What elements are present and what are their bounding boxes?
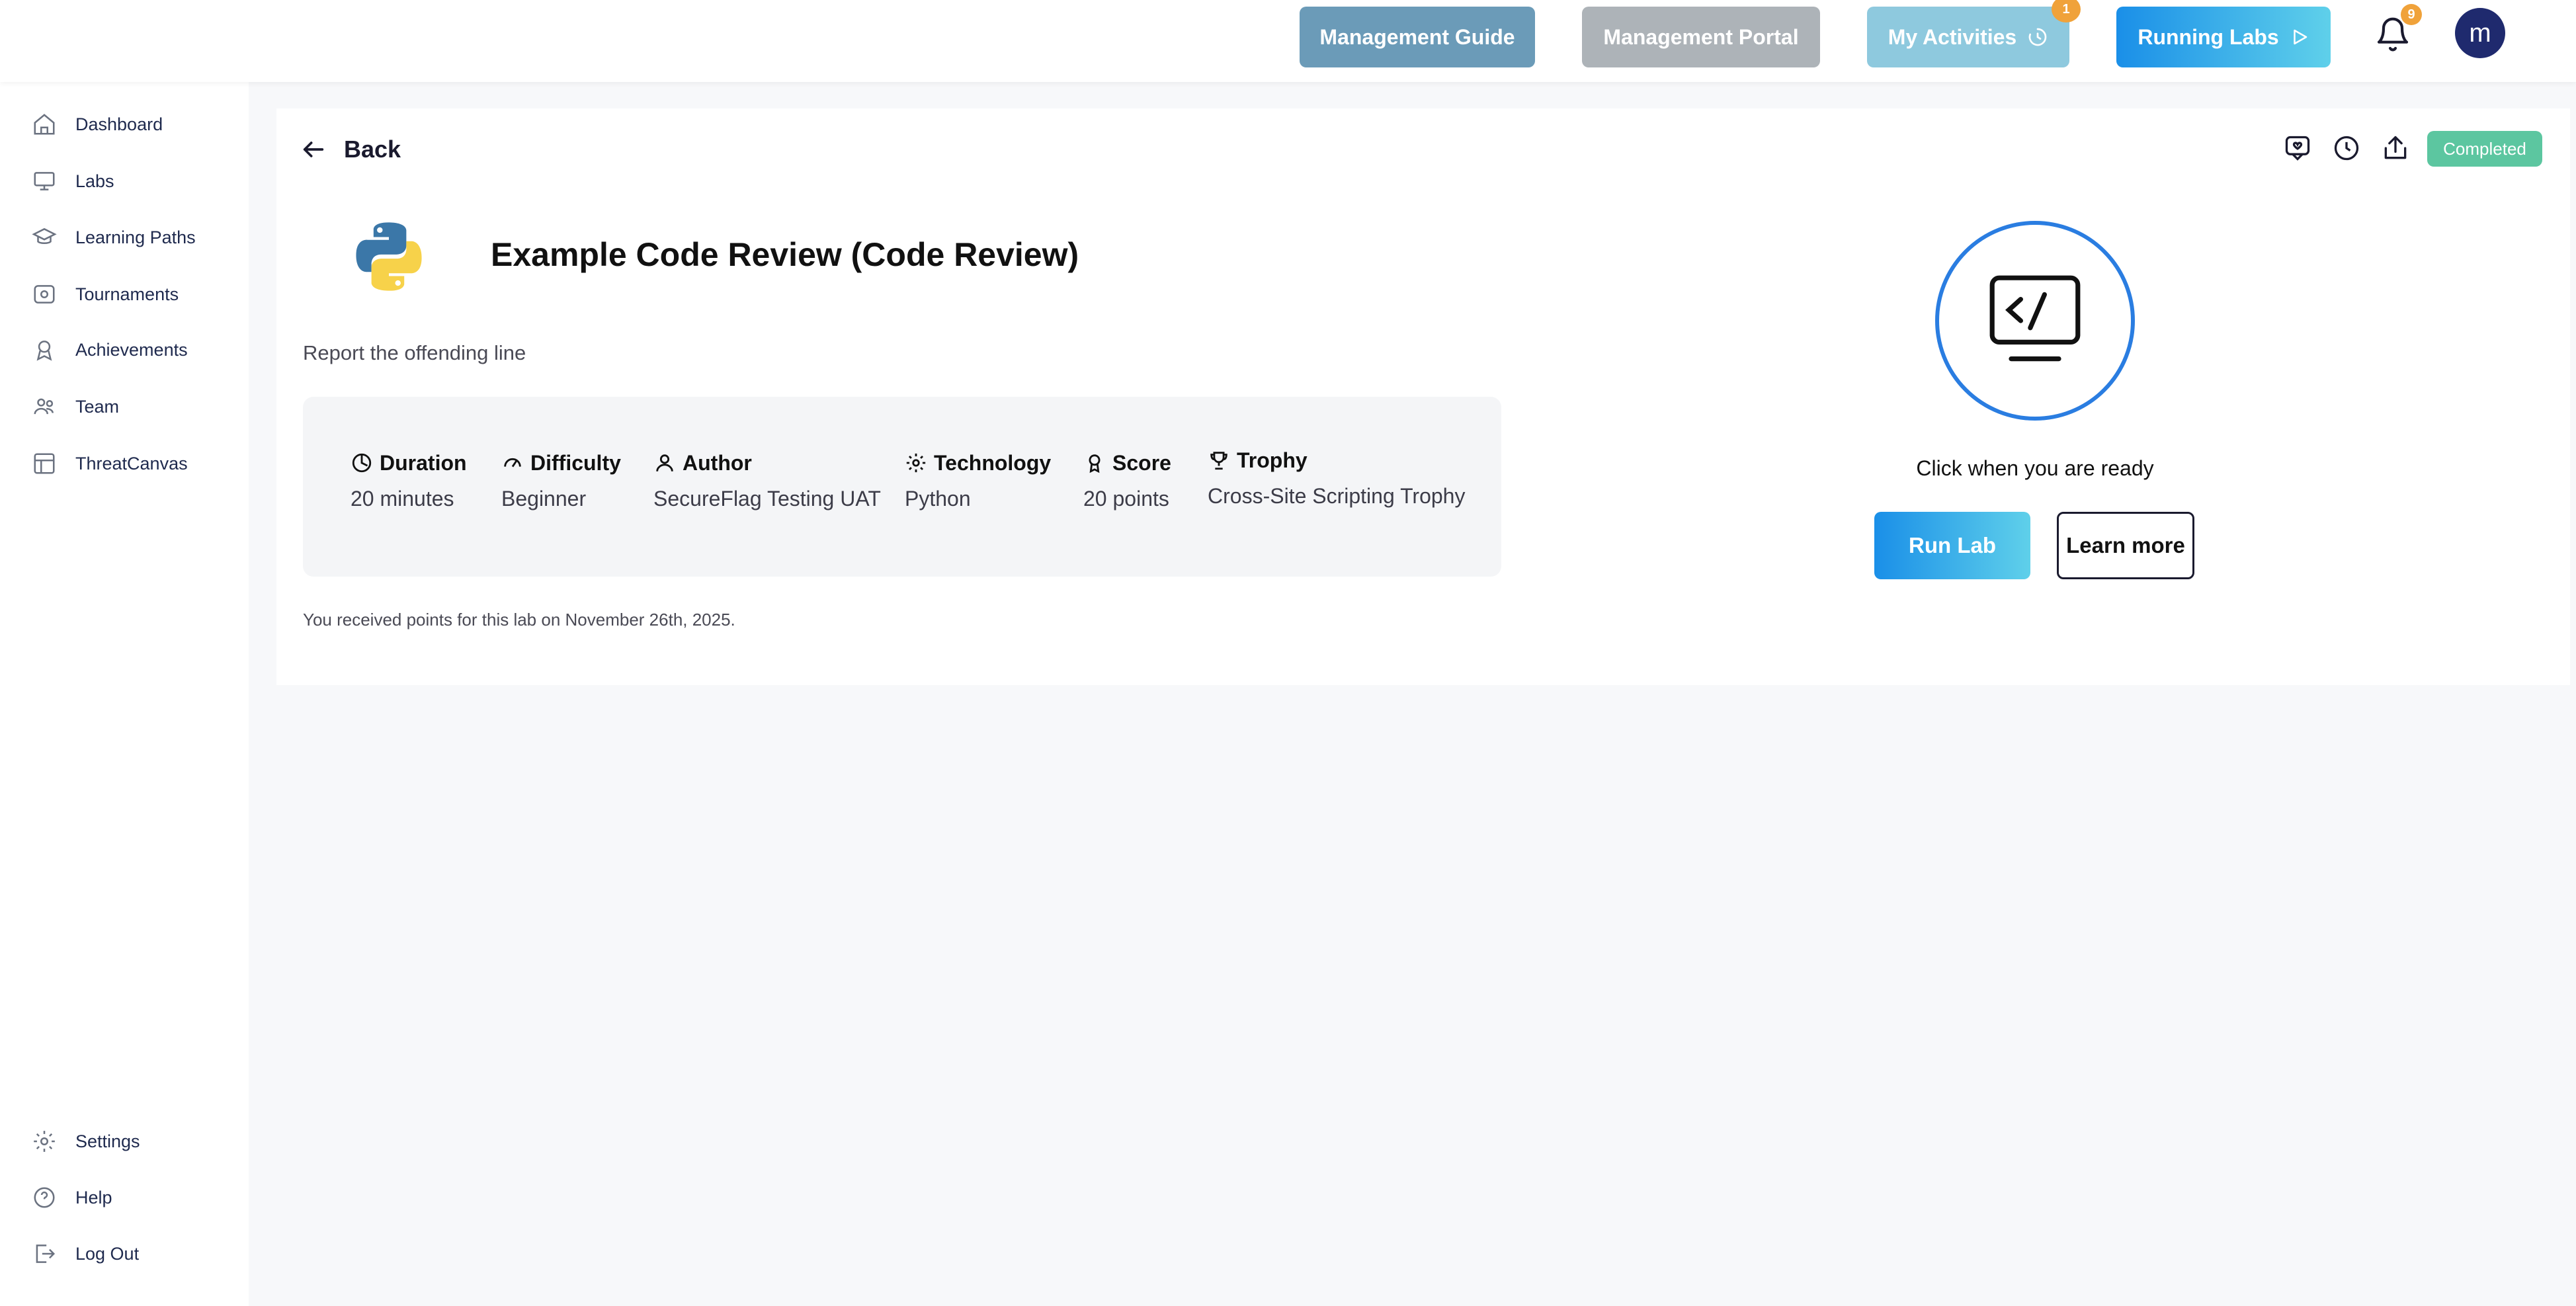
avatar[interactable]: m	[2455, 8, 2505, 58]
info-duration: Duration 20 minutes	[351, 448, 467, 511]
management-portal-label: Management Portal	[1603, 24, 1799, 49]
top-bar: Management Guide Management Portal My Ac…	[0, 0, 2576, 82]
play-icon	[2293, 29, 2307, 45]
running-labs-button[interactable]: Running Labs	[2116, 7, 2331, 67]
trophy-icon	[1210, 452, 1227, 470]
canvas-icon	[34, 453, 55, 474]
help-icon	[34, 1187, 55, 1208]
tournament-icon	[34, 285, 55, 304]
management-guide-button[interactable]: Management Guide	[1300, 7, 1535, 67]
activities-count-badge: 1	[2052, 0, 2081, 22]
score-value: 20 points	[1083, 487, 1169, 510]
back-link[interactable]: Back	[300, 132, 401, 167]
history-clock-icon[interactable]	[2332, 134, 2361, 163]
sidebar: Dashboard Labs Learning Paths Tournament…	[0, 82, 249, 1306]
gear-icon	[906, 453, 926, 473]
technology-label: Technology	[934, 450, 1052, 475]
technology-value: Python	[905, 487, 971, 510]
duration-label: Duration	[380, 450, 467, 475]
info-trophy: Trophy Cross-Site Scripting Trophy	[1208, 446, 1465, 509]
sidebar-item-help[interactable]: Help	[32, 1178, 230, 1217]
running-labs-label: Running Labs	[2138, 24, 2279, 49]
info-technology: Technology Python	[905, 448, 1051, 511]
sidebar-item-label: Tournaments	[75, 284, 179, 304]
code-monitor-icon	[1989, 275, 2081, 362]
trophy-label: Trophy	[1237, 448, 1308, 472]
author-label: Author	[683, 450, 752, 475]
difficulty-value: Beginner	[501, 487, 587, 510]
sidebar-item-dashboard[interactable]: Dashboard	[32, 104, 230, 144]
gauge-icon	[504, 458, 521, 468]
info-author: Author SecureFlag Testing UAT	[653, 448, 881, 511]
lab-description: Report the offending line	[303, 341, 526, 364]
ready-prompt: Click when you are ready	[1916, 456, 2154, 480]
sidebar-item-label: Settings	[75, 1131, 140, 1151]
learn-more-button[interactable]: Learn more	[2057, 512, 2194, 579]
points-received-note: You received points for this lab on Nove…	[303, 610, 735, 630]
medal-icon	[1089, 454, 1101, 473]
trophy-value: Cross-Site Scripting Trophy	[1208, 484, 1466, 508]
my-activities-label: My Activities	[1888, 24, 2017, 49]
user-icon	[656, 454, 673, 471]
activity-spinner-icon	[2028, 28, 2047, 46]
sidebar-item-settings[interactable]: Settings	[32, 1122, 230, 1161]
sidebar-item-team[interactable]: Team	[32, 387, 230, 427]
sidebar-item-tournaments[interactable]: Tournaments	[32, 274, 230, 314]
sidebar-item-label: Help	[75, 1187, 112, 1207]
back-label: Back	[344, 136, 401, 163]
arrow-left-icon	[303, 142, 324, 157]
home-icon	[34, 114, 55, 135]
sidebar-item-learning-paths[interactable]: Learning Paths	[32, 218, 230, 257]
monitor-icon	[34, 172, 55, 190]
logout-icon	[36, 1245, 56, 1263]
award-icon	[36, 341, 52, 361]
sidebar-item-threatcanvas[interactable]: ThreatCanvas	[32, 444, 230, 483]
info-score: Score 20 points	[1083, 448, 1171, 511]
gear-icon	[34, 1131, 55, 1152]
code-monitor-illustration	[1935, 221, 2135, 421]
python-logo-icon	[356, 222, 422, 291]
sidebar-item-label: Learning Paths	[75, 227, 196, 247]
sidebar-item-label: Dashboard	[75, 114, 163, 134]
sidebar-item-label: Achievements	[75, 339, 188, 360]
sidebar-item-label: Labs	[75, 171, 114, 191]
sidebar-item-label: ThreatCanvas	[75, 453, 188, 473]
team-icon	[34, 398, 54, 415]
sidebar-item-label: Team	[75, 396, 120, 417]
sidebar-item-achievements[interactable]: Achievements	[32, 330, 230, 370]
sidebar-item-logout[interactable]: Log Out	[32, 1234, 230, 1274]
share-icon[interactable]	[2381, 134, 2410, 163]
difficulty-label: Difficulty	[530, 450, 621, 475]
info-difficulty: Difficulty Beginner	[501, 448, 621, 511]
graduation-cap-icon	[32, 227, 57, 244]
notifications-count-badge: 9	[2401, 4, 2422, 25]
management-guide-label: Management Guide	[1319, 24, 1515, 49]
lab-title: Example Code Review (Code Review)	[491, 236, 1079, 273]
management-portal-button[interactable]: Management Portal	[1582, 7, 1820, 67]
sidebar-item-label: Log Out	[75, 1243, 140, 1264]
timer-icon	[352, 453, 372, 473]
run-lab-button[interactable]: Run Lab	[1874, 512, 2030, 579]
my-activities-button[interactable]: My Activities	[1867, 7, 2069, 67]
sidebar-item-labs[interactable]: Labs	[32, 161, 230, 201]
author-value: SecureFlag Testing UAT	[653, 487, 881, 510]
feedback-icon[interactable]	[2283, 134, 2312, 163]
lab-info-box: Duration 20 minutes Difficulty Beginner …	[303, 397, 1501, 577]
score-label: Score	[1112, 450, 1171, 475]
duration-value: 20 minutes	[351, 487, 454, 510]
status-badge: Completed	[2427, 131, 2542, 167]
